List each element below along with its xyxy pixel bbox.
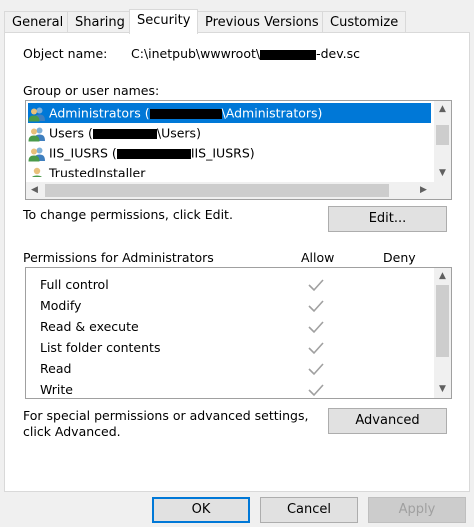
group-item-suffix: \Users) bbox=[156, 125, 201, 141]
tab-general[interactable]: General bbox=[4, 11, 72, 33]
permission-name: Modify bbox=[40, 298, 82, 313]
allow-check-icon bbox=[308, 279, 324, 292]
group-item-trustedinstaller[interactable]: TrustedInstaller bbox=[28, 163, 431, 177]
group-item-suffix: \Administrators) bbox=[221, 105, 323, 121]
group-item-prefix: IIS_IUSRS ( bbox=[49, 145, 117, 161]
scroll-thumb[interactable] bbox=[45, 184, 389, 197]
scroll-thumb[interactable] bbox=[436, 285, 449, 357]
deny-column-header: Deny bbox=[383, 250, 416, 265]
group-list-horizontal-scrollbar[interactable]: ◀ ▶ bbox=[26, 182, 434, 199]
user-group-icon bbox=[28, 107, 45, 121]
group-item-label: TrustedInstaller bbox=[49, 165, 146, 178]
object-name-value: C:\inetpub\wwwroot\ -dev.sc bbox=[131, 46, 360, 61]
scroll-right-icon[interactable]: ▶ bbox=[415, 182, 432, 199]
permission-name: List folder contents bbox=[40, 340, 161, 355]
tab-general-label: General bbox=[12, 15, 64, 30]
permission-name: Write bbox=[40, 382, 74, 397]
scroll-up-icon[interactable]: ▲ bbox=[434, 268, 451, 285]
redaction-bar bbox=[92, 128, 157, 139]
tab-security-label: Security bbox=[137, 13, 191, 28]
user-group-icon bbox=[28, 147, 45, 161]
tab-sharing-label: Sharing bbox=[75, 15, 125, 30]
advanced-text-line1: For special permissions or advanced sett… bbox=[23, 408, 309, 423]
permission-row-read: Read bbox=[40, 358, 324, 379]
group-item-prefix: Administrators ( bbox=[49, 105, 150, 121]
group-names-label: Group or user names: bbox=[23, 83, 160, 98]
allow-check-icon bbox=[308, 384, 324, 397]
tab-customize-label: Customize bbox=[330, 15, 399, 30]
group-item-suffix: IIS_IUSRS) bbox=[190, 145, 255, 161]
permissions-vertical-scrollbar[interactable]: ▲ ▼ bbox=[434, 268, 451, 398]
tab-sharing[interactable]: Sharing bbox=[67, 11, 133, 33]
change-permissions-text: To change permissions, click Edit. bbox=[23, 207, 233, 222]
tab-customize[interactable]: Customize bbox=[322, 11, 407, 33]
allow-check-icon bbox=[308, 363, 324, 376]
ok-button[interactable]: OK bbox=[152, 497, 250, 523]
advanced-text-line2: click Advanced. bbox=[23, 424, 121, 439]
group-user-listbox[interactable]: Administrators ( \Administrators) Users (… bbox=[25, 100, 452, 200]
tab-previous-versions-label: Previous Versions bbox=[205, 15, 319, 30]
group-item-prefix: Users ( bbox=[49, 125, 93, 141]
scroll-thumb[interactable] bbox=[436, 125, 449, 145]
group-list-vertical-scrollbar[interactable]: ▲ ▼ bbox=[434, 101, 451, 182]
object-path-suffix: -dev.sc bbox=[316, 46, 361, 61]
redaction-bar bbox=[260, 49, 317, 60]
object-name-label: Object name: bbox=[23, 46, 108, 61]
allow-column-header: Allow bbox=[301, 250, 335, 265]
permission-name: Full control bbox=[40, 277, 109, 292]
redaction-bar bbox=[149, 108, 222, 119]
dialog-footer: OK Cancel Apply bbox=[0, 493, 474, 527]
tab-strip: General Sharing Security Previous Versio… bbox=[4, 9, 472, 34]
group-item-users[interactable]: Users ( \Users) bbox=[28, 123, 431, 143]
cancel-button[interactable]: Cancel bbox=[260, 497, 358, 523]
permissions-listbox[interactable]: Full control Modify Read & execute List … bbox=[25, 267, 452, 399]
scrollbar-corner bbox=[434, 182, 451, 199]
tab-security[interactable]: Security bbox=[129, 9, 199, 34]
user-icon bbox=[31, 167, 43, 177]
scroll-down-icon[interactable]: ▼ bbox=[434, 381, 451, 398]
permissions-header: Permissions for Administrators bbox=[23, 250, 214, 265]
permission-row-write: Write bbox=[40, 379, 324, 398]
scroll-down-icon[interactable]: ▼ bbox=[434, 165, 451, 182]
group-item-administrators[interactable]: Administrators ( \Administrators) bbox=[28, 103, 431, 123]
scroll-up-icon[interactable]: ▲ bbox=[434, 101, 451, 118]
permission-row-modify: Modify bbox=[40, 295, 324, 316]
redaction-bar bbox=[116, 148, 191, 159]
apply-button[interactable]: Apply bbox=[368, 497, 466, 523]
tab-previous-versions[interactable]: Previous Versions bbox=[197, 11, 327, 33]
permission-name: Read bbox=[40, 361, 72, 376]
edit-button[interactable]: Edit... bbox=[328, 206, 447, 232]
allow-check-icon bbox=[308, 321, 324, 334]
object-path-prefix: C:\inetpub\wwwroot\ bbox=[131, 46, 261, 61]
permission-row-full-control: Full control bbox=[40, 274, 324, 295]
group-item-iis-iusrs[interactable]: IIS_IUSRS ( IIS_IUSRS) bbox=[28, 143, 431, 163]
permission-row-read-execute: Read & execute bbox=[40, 316, 324, 337]
scroll-left-icon[interactable]: ◀ bbox=[26, 182, 43, 199]
allow-check-icon bbox=[308, 342, 324, 355]
allow-check-icon bbox=[308, 300, 324, 313]
advanced-button[interactable]: Advanced bbox=[328, 408, 447, 434]
user-group-icon bbox=[28, 127, 45, 141]
permission-name: Read & execute bbox=[40, 319, 139, 334]
permission-row-list-folder-contents: List folder contents bbox=[40, 337, 324, 358]
security-panel: Object name: C:\inetpub\wwwroot\ -dev.sc … bbox=[4, 32, 470, 492]
